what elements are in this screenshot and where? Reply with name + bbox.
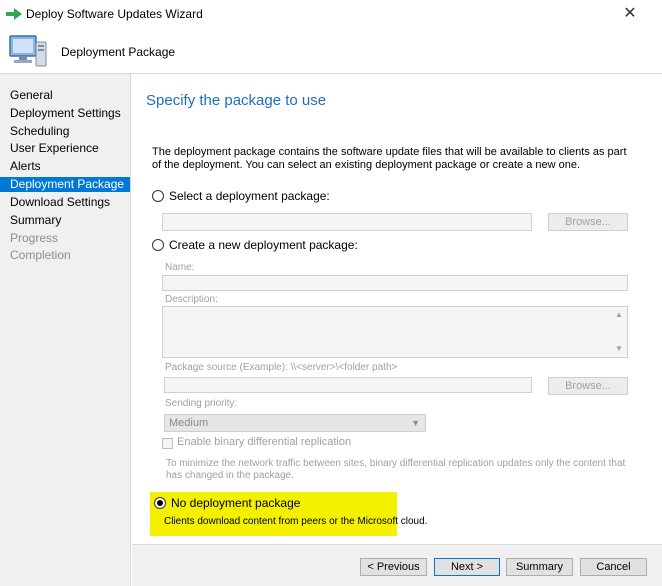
- radio-label: Select a deployment package:: [169, 189, 330, 203]
- wizard-header: Deployment Package: [0, 28, 662, 74]
- scroll-down-icon[interactable]: ▼: [615, 345, 623, 353]
- header-page-name: Deployment Package: [61, 45, 176, 59]
- sidebar-item-deployment-settings[interactable]: Deployment Settings: [0, 106, 130, 121]
- radio-label: Create a new deployment package:: [169, 238, 358, 252]
- page-description: The deployment package contains the soft…: [152, 146, 627, 171]
- scroll-up-icon[interactable]: ▲: [615, 311, 623, 319]
- package-source-label: Package source (Example): \\<server>\<fo…: [165, 362, 398, 373]
- no-package-subtext: Clients download content from peers or t…: [164, 516, 428, 527]
- summary-button[interactable]: Summary: [506, 558, 573, 576]
- title-bar: Deploy Software Updates Wizard ✕: [0, 0, 662, 28]
- page-heading: Specify the package to use: [146, 92, 327, 109]
- highlight-box: No deployment package Clients download c…: [150, 492, 427, 536]
- sidebar-item-scheduling[interactable]: Scheduling: [0, 124, 130, 139]
- browse-source-button[interactable]: Browse...: [548, 377, 628, 395]
- arrow-right-icon: [6, 8, 22, 20]
- existing-package-field[interactable]: [162, 213, 532, 231]
- wizard-sidebar: General Deployment Settings Scheduling U…: [0, 74, 131, 586]
- previous-button[interactable]: < Previous: [360, 558, 427, 576]
- sidebar-item-general[interactable]: General: [0, 88, 130, 103]
- sidebar-item-summary[interactable]: Summary: [0, 213, 130, 228]
- description-label: Description:: [165, 294, 218, 305]
- package-source-field[interactable]: [164, 377, 532, 393]
- sidebar-item-download-settings[interactable]: Download Settings: [0, 195, 130, 210]
- sending-priority-select[interactable]: Medium ▼: [164, 414, 426, 432]
- sidebar-item-deployment-package[interactable]: Deployment Package: [0, 177, 130, 192]
- binary-diff-checkbox[interactable]: [162, 438, 173, 449]
- sidebar-item-progress: Progress: [10, 231, 59, 245]
- next-button[interactable]: Next >: [434, 558, 500, 576]
- sending-priority-value: Medium: [169, 417, 209, 429]
- sidebar-item-completion: Completion: [10, 248, 71, 262]
- binary-diff-label: Enable binary differential replication: [177, 436, 352, 448]
- radio-button[interactable]: [154, 497, 166, 509]
- chevron-down-icon: ▼: [411, 418, 420, 428]
- name-field[interactable]: [162, 275, 628, 291]
- description-field[interactable]: ▲ ▼: [162, 306, 628, 358]
- sidebar-item-alerts[interactable]: Alerts: [0, 159, 130, 174]
- window-title: Deploy Software Updates Wizard: [26, 7, 203, 21]
- cancel-button[interactable]: Cancel: [580, 558, 647, 576]
- sending-priority-label: Sending priority:: [165, 398, 238, 409]
- sidebar-item-user-experience[interactable]: User Experience: [0, 141, 130, 156]
- binary-diff-note: To minimize the network traffic between …: [166, 458, 626, 481]
- wizard-content: Specify the package to use The deploymen…: [132, 74, 662, 544]
- radio-button[interactable]: [152, 239, 164, 251]
- close-icon[interactable]: ✕: [610, 2, 650, 26]
- computer-icon: [9, 35, 47, 67]
- radio-button[interactable]: [152, 190, 164, 202]
- browse-existing-button[interactable]: Browse...: [548, 213, 628, 231]
- wizard-footer: < Previous Next > Summary Cancel: [132, 544, 662, 586]
- radio-label: No deployment package: [171, 496, 301, 510]
- name-label: Name:: [165, 262, 195, 273]
